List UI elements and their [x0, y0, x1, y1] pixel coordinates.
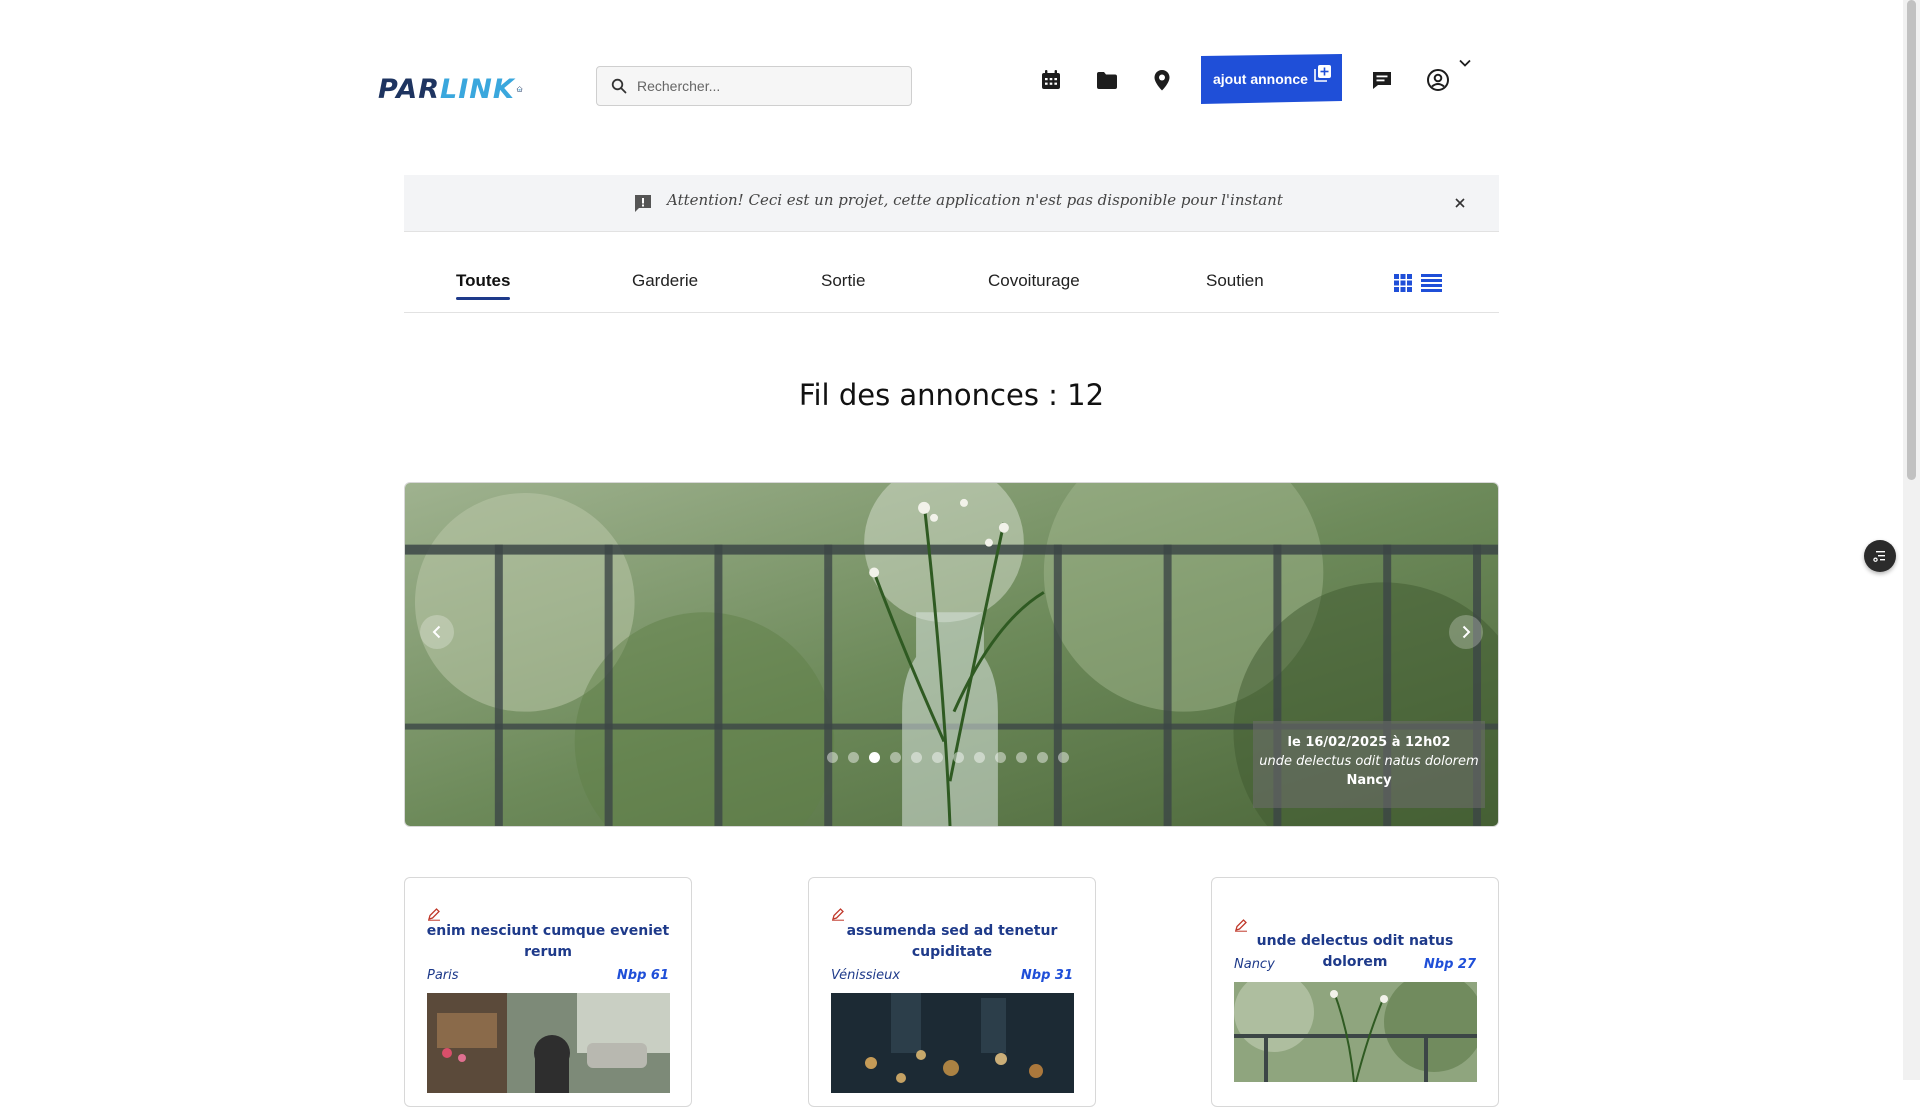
search-icon: [611, 78, 627, 94]
feedback-icon: [635, 195, 651, 212]
carousel-indicator-dot[interactable]: [1037, 752, 1048, 763]
message-icon[interactable]: [1368, 66, 1396, 94]
card-image: [831, 993, 1074, 1093]
logo-text-par: PAR: [378, 73, 440, 105]
carousel-prev-button[interactable]: [420, 615, 454, 649]
map-pin-icon[interactable]: [1148, 66, 1176, 94]
folder-icon[interactable]: [1093, 66, 1121, 94]
carousel-indicator-dot[interactable]: [911, 752, 922, 763]
feed-title: Fil des annonces : 12: [798, 378, 1105, 412]
edit-icon[interactable]: [831, 907, 845, 921]
alert-text: Attention! Ceci est un projet, cette app…: [667, 191, 1283, 209]
tab-covoiturage[interactable]: Covoiturage: [988, 271, 1080, 291]
grid-view-icon[interactable]: [1392, 272, 1414, 294]
parlink-logo[interactable]: PAR LINK: [378, 68, 523, 110]
chevron-down-icon[interactable]: [1458, 56, 1472, 70]
card-title[interactable]: enim nesciunt cumque eveniet rerum: [425, 921, 671, 963]
chevron-left-icon: [432, 625, 441, 639]
announcement-card[interactable]: unde delectus odit natus dolorem Nancy N…: [1211, 877, 1499, 1107]
carousel-indicator-dot[interactable]: [827, 752, 838, 763]
search-bar[interactable]: [596, 66, 912, 106]
carousel-indicators: [827, 752, 1069, 763]
close-icon[interactable]: [1454, 197, 1466, 209]
filter-floating-button[interactable]: [1864, 540, 1896, 572]
carousel-indicator-dot[interactable]: [1016, 752, 1027, 763]
logo-house-icon: [516, 86, 523, 92]
caption-city: Nancy: [1346, 773, 1392, 788]
card-title[interactable]: assumenda sed ad tenetur cupiditate: [829, 921, 1075, 963]
announcement-carousel[interactable]: le 16/02/2025 à 12h02 unde delectus odit…: [404, 482, 1499, 827]
search-input[interactable]: [635, 77, 899, 95]
tab-toutes[interactable]: Toutes: [456, 271, 511, 300]
carousel-indicator-dot[interactable]: [869, 752, 880, 763]
carousel-indicator-dot[interactable]: [848, 752, 859, 763]
carousel-next-button[interactable]: [1449, 615, 1483, 649]
carousel-indicator-dot[interactable]: [995, 752, 1006, 763]
announcement-card[interactable]: enim nesciunt cumque eveniet rerum Paris…: [404, 877, 692, 1107]
card-city: Paris: [427, 968, 459, 983]
logo-text-link: LINK: [440, 73, 515, 105]
scrollbar-thumb[interactable]: [1907, 0, 1916, 480]
page-scrollbar[interactable]: [1903, 0, 1920, 1080]
carousel-indicator-dot[interactable]: [932, 752, 943, 763]
filter-icon: [1873, 551, 1885, 562]
user-icon[interactable]: [1424, 66, 1452, 94]
card-city: Vénissieux: [831, 968, 901, 983]
chevron-right-icon: [1462, 625, 1471, 639]
carousel-indicator-dot[interactable]: [1058, 752, 1069, 763]
carousel-caption: le 16/02/2025 à 12h02 unde delectus odit…: [1253, 721, 1485, 808]
caption-title: unde delectus odit natus dolorem: [1259, 754, 1479, 769]
tab-garderie[interactable]: Garderie: [632, 271, 698, 291]
list-view-icon[interactable]: [1420, 272, 1442, 294]
category-tabs: Toutes Garderie Sortie Covoiturage Souti…: [404, 262, 1499, 313]
carousel-indicator-dot[interactable]: [953, 752, 964, 763]
tab-soutien[interactable]: Soutien: [1206, 271, 1264, 291]
calendar-icon[interactable]: [1037, 66, 1065, 94]
card-nbp: Nbp 31: [1020, 968, 1073, 983]
announcement-card[interactable]: assumenda sed ad tenetur cupiditate Véni…: [808, 877, 1096, 1107]
project-alert-banner: Attention! Ceci est un projet, cette app…: [404, 175, 1499, 232]
add-box-icon: [1314, 65, 1331, 82]
card-nbp: Nbp 27: [1423, 957, 1476, 972]
add-listing-label: ajout annonce: [1213, 71, 1308, 87]
edit-icon[interactable]: [1234, 918, 1248, 932]
card-nbp: Nbp 61: [616, 968, 669, 983]
card-city: Nancy: [1234, 957, 1275, 972]
add-listing-button[interactable]: ajout annonce: [1201, 54, 1342, 104]
carousel-indicator-dot[interactable]: [890, 752, 901, 763]
card-image: [427, 993, 670, 1093]
edit-icon[interactable]: [427, 907, 441, 921]
caption-date: le 16/02/2025 à 12h02: [1287, 735, 1451, 750]
card-image: [1234, 982, 1477, 1082]
carousel-indicator-dot[interactable]: [974, 752, 985, 763]
tab-sortie[interactable]: Sortie: [821, 271, 865, 291]
